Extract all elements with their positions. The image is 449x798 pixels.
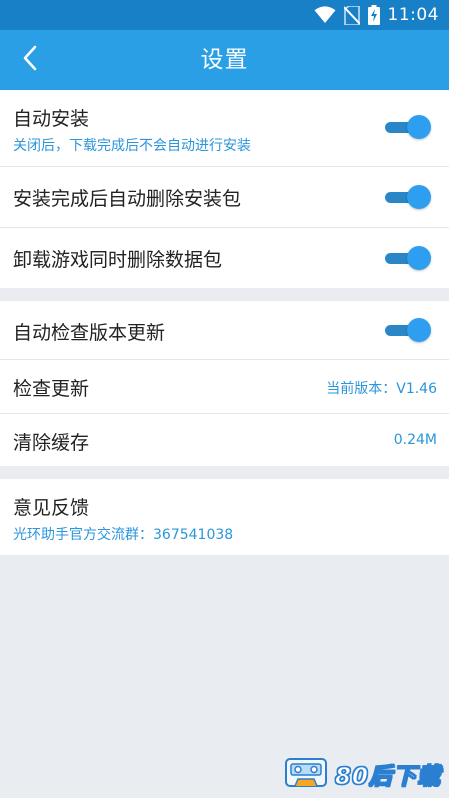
auto-install-toggle[interactable] xyxy=(385,114,431,140)
setting-label: 清除缓存 xyxy=(13,432,90,454)
app-bar: 设置 xyxy=(0,30,449,90)
setting-row-check-update[interactable]: 检查更新 当前版本：V1.46 xyxy=(0,360,449,414)
cache-size-value: 0.24M xyxy=(393,432,437,448)
install-settings-group: 自动安装 关闭后，下载完成后不会自动进行安装 安装完成后自动删除安装包 卸载游戏… xyxy=(0,90,449,288)
current-version-value: 当前版本：V1.46 xyxy=(326,381,437,397)
page-title: 设置 xyxy=(200,47,249,73)
setting-label: 自动安装 xyxy=(13,108,90,130)
watermark-text: 80后下载 xyxy=(334,764,441,791)
setting-row-delete-package[interactable]: 安装完成后自动删除安装包 xyxy=(0,167,449,228)
setting-description: 关闭后，下载完成后不会自动进行安装 xyxy=(13,138,251,154)
battery-charging-icon xyxy=(367,5,380,25)
toggle-knob xyxy=(407,185,431,209)
toggle-knob xyxy=(407,246,431,270)
feedback-group: 意见反馈 光环助手官方交流群：367541038 xyxy=(0,479,449,555)
status-time: 11:04 xyxy=(387,5,439,25)
update-settings-group: 自动检查版本更新 检查更新 当前版本：V1.46 清除缓存 0.24M xyxy=(0,301,449,466)
auto-check-update-toggle[interactable] xyxy=(385,317,431,343)
setting-label: 卸载游戏同时删除数据包 xyxy=(13,249,223,271)
toggle-knob xyxy=(407,115,431,139)
feedback-group-info: 光环助手官方交流群：367541038 xyxy=(13,527,234,543)
delete-package-toggle[interactable] xyxy=(385,184,431,210)
cassette-logo-icon xyxy=(284,756,327,792)
setting-row-auto-check-update[interactable]: 自动检查版本更新 xyxy=(0,301,449,360)
setting-row-feedback[interactable]: 意见反馈 光环助手官方交流群：367541038 xyxy=(0,479,449,555)
toggle-knob xyxy=(407,318,431,342)
setting-row-clear-cache[interactable]: 清除缓存 0.24M xyxy=(0,414,449,466)
wifi-icon xyxy=(314,6,336,24)
setting-label: 检查更新 xyxy=(13,378,90,400)
delete-data-toggle[interactable] xyxy=(385,245,431,271)
setting-label: 自动检查版本更新 xyxy=(13,322,166,344)
status-bar: 11:04 xyxy=(0,0,449,30)
setting-label: 意见反馈 xyxy=(13,497,90,519)
watermark: 80后下载 xyxy=(284,756,441,792)
setting-row-delete-data[interactable]: 卸载游戏同时删除数据包 xyxy=(0,228,449,288)
setting-row-auto-install[interactable]: 自动安装 关闭后，下载完成后不会自动进行安装 xyxy=(0,90,449,167)
no-sim-icon xyxy=(343,5,360,25)
setting-label: 安装完成后自动删除安装包 xyxy=(13,188,242,210)
